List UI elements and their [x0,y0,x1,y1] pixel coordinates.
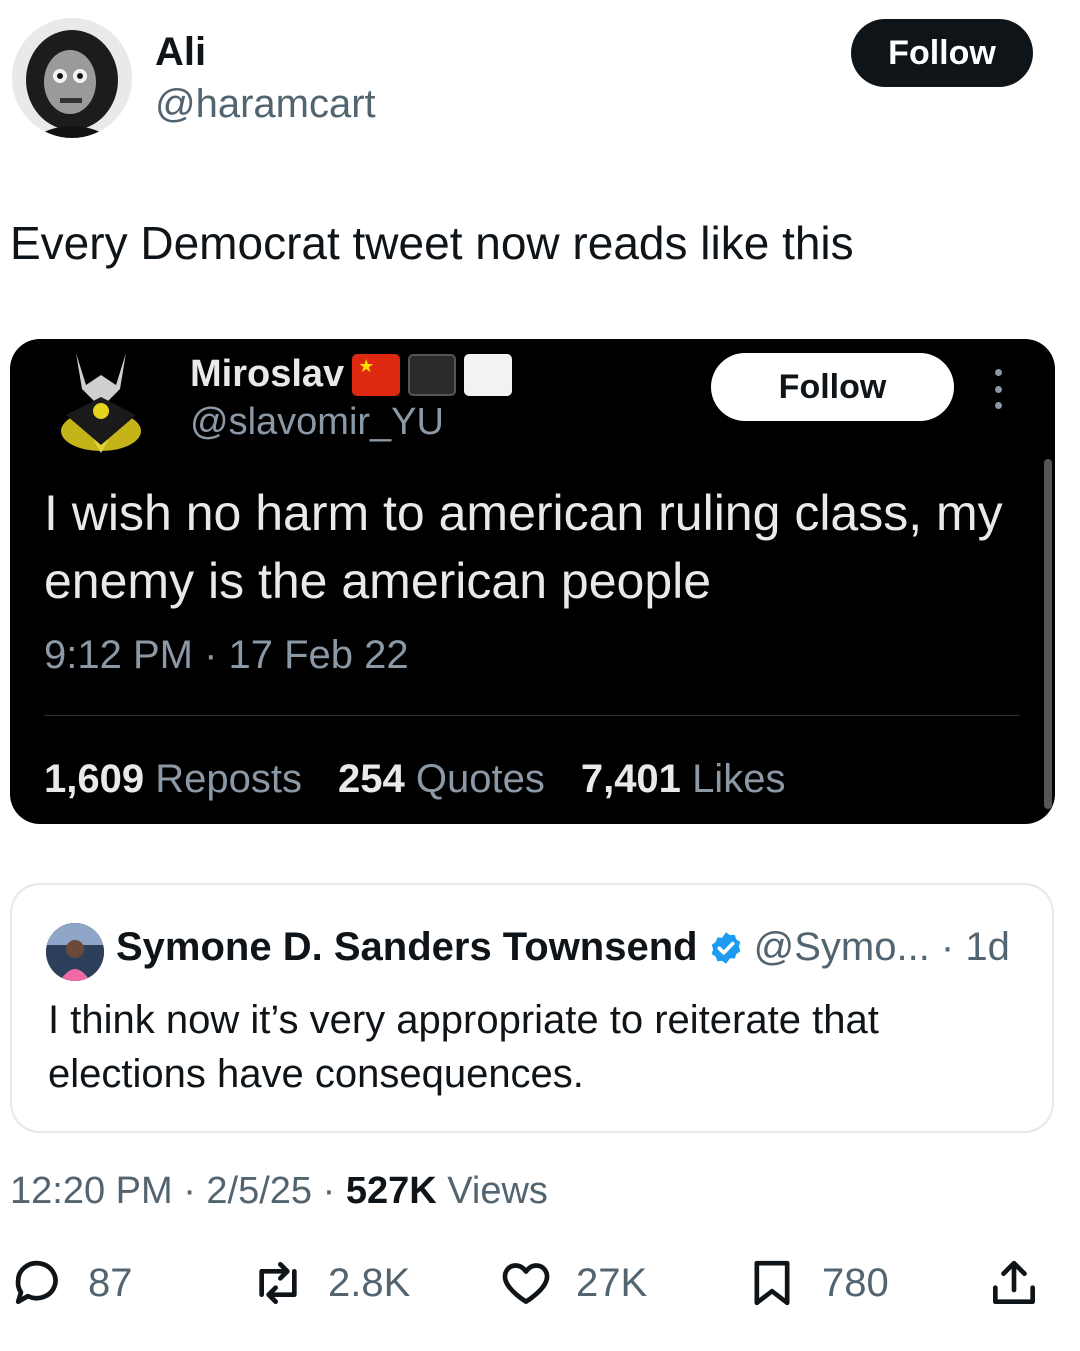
china-flag-icon [352,353,401,396]
quoted-author-avatar[interactable] [46,923,104,981]
tweet-meta: 12:20 PM · 2/5/25 · 527K Views [10,1170,548,1213]
follow-button[interactable]: Follow [851,19,1033,87]
reposts-stat: 1,609 Reposts [44,757,302,802]
like-button[interactable]: 27K [498,1255,647,1311]
embedded-author-name: Miroslav [190,353,345,395]
share-icon [993,1260,1035,1304]
embedded-name-row: Miroslav [190,353,513,396]
embedded-timestamp: 9:12 PM · 17 Feb 22 [44,633,409,677]
divider [44,715,1020,716]
embedded-tweet-text: I wish no harm to american ruling class,… [44,485,1003,609]
like-count: 27K [576,1260,648,1305]
quoted-author-name[interactable]: Symone D. Sanders Townsend [116,925,698,970]
bookmark-button[interactable]: 780 [744,1255,889,1311]
share-button[interactable] [986,1255,1042,1311]
likes-stat: 7,401 Likes [581,757,786,802]
white-square-icon [464,353,513,396]
quoted-header: Symone D. Sanders Townsend @Symo... · 1d [116,925,1010,970]
bookmark-count: 780 [822,1260,889,1305]
author-name[interactable]: Ali [155,30,206,75]
black-square-icon [408,353,457,396]
reposts-count: 1,609 [44,757,145,801]
tweet-time-date[interactable]: 12:20 PM · 2/5/25 · [10,1170,346,1212]
repost-icon [259,1262,297,1304]
likes-count: 7,401 [580,757,681,801]
bookmark-icon [754,1260,790,1306]
views-count: 527K [345,1170,437,1212]
reply-icon [15,1260,58,1304]
quoted-tweet[interactable]: Symone D. Sanders Townsend @Symo... · 1d… [10,883,1054,1133]
embedded-follow-button: Follow [711,353,954,421]
tweet-page: Ali @haramcart Follow Every Democrat twe… [0,0,1080,1351]
embedded-stats: 1,609 Reposts 254 Quotes 7,401 Likes [44,757,785,802]
heart-icon [502,1263,550,1304]
reply-button[interactable]: 87 [10,1255,133,1311]
reply-count: 87 [88,1260,133,1305]
author-handle[interactable]: @haramcart [155,82,376,127]
quotes-label: Quotes [415,757,545,801]
likes-label: Likes [692,757,786,801]
author-avatar[interactable] [12,18,132,138]
quoted-handle-time[interactable]: @Symo... · 1d [754,925,1010,970]
more-icon [988,369,1008,409]
quotes-count: 254 [337,757,405,801]
action-bar: 87 2.8K 27K 780 [0,1255,1080,1325]
scrollbar [1044,459,1052,809]
quoted-tweet-text: I think now it’s very appropriate to rei… [48,998,879,1096]
views-label: Views [436,1170,548,1212]
embedded-author-handle: @slavomir_YU [190,401,444,443]
reposts-label: Reposts [155,757,302,801]
tweet-text: Every Democrat tweet now reads like this [10,217,854,269]
quotes-stat: 254 Quotes [338,757,545,802]
verified-badge-icon [711,931,741,964]
repost-count: 2.8K [328,1260,411,1305]
embedded-author-avatar [46,345,156,457]
repost-button[interactable]: 2.8K [250,1255,410,1311]
embedded-tweet-image[interactable]: Miroslav @slavomir_YU Follow I wish no h… [10,339,1055,824]
